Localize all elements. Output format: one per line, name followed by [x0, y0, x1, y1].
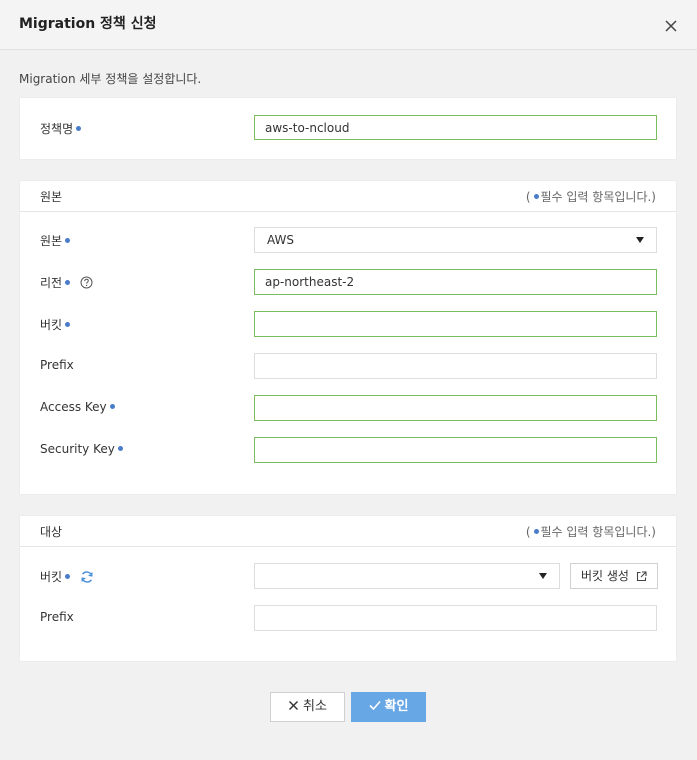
- origin-label: 원본: [40, 232, 72, 249]
- security-key-label: Security Key: [40, 442, 125, 456]
- origin-select-value: AWS: [267, 233, 295, 247]
- required-dot: [65, 279, 71, 285]
- required-dot: [117, 445, 123, 451]
- source-prefix-row: Prefix: [20, 353, 678, 379]
- dialog-header: Migration 정책 신청: [0, 0, 697, 50]
- access-key-input[interactable]: [254, 395, 657, 421]
- dialog-description: Migration 세부 정책을 설정합니다.: [19, 72, 202, 86]
- close-icon[interactable]: [662, 17, 680, 35]
- source-card: 원본 (필수 입력 항목입니다.) 원본 AWS 리전 버킷 Prefix Ac…: [19, 180, 677, 495]
- security-key-row: Security Key: [20, 437, 678, 463]
- security-key-input[interactable]: [254, 437, 657, 463]
- policy-name-row: 정책명: [20, 115, 678, 141]
- required-dot: [65, 573, 71, 579]
- required-dot: [65, 321, 71, 327]
- check-icon: [368, 700, 381, 711]
- target-card-header: 대상 (필수 입력 항목입니다.): [20, 516, 676, 547]
- caret-down-icon: [636, 237, 644, 243]
- refresh-icon[interactable]: [80, 570, 94, 584]
- access-key-row: Access Key: [20, 395, 678, 421]
- source-prefix-input[interactable]: [254, 353, 657, 379]
- required-dot: [65, 237, 71, 243]
- required-dot: [533, 193, 539, 199]
- target-prefix-label: Prefix: [40, 610, 74, 624]
- create-bucket-label: 버킷 생성: [581, 569, 629, 583]
- region-row: 리전: [20, 269, 678, 295]
- required-note: (필수 입력 항목입니다.): [525, 190, 656, 204]
- target-bucket-select[interactable]: [254, 563, 560, 589]
- confirm-button[interactable]: 확인: [351, 692, 426, 722]
- policy-name-input[interactable]: [254, 115, 657, 140]
- required-dot: [76, 125, 82, 131]
- required-dot: [533, 528, 539, 534]
- required-dot: [109, 403, 115, 409]
- source-prefix-label: Prefix: [40, 358, 74, 372]
- region-label: 리전: [40, 274, 93, 291]
- cancel-label: 취소: [303, 699, 327, 714]
- target-prefix-row: Prefix: [20, 605, 678, 631]
- target-card: 대상 (필수 입력 항목입니다.) 버킷 버킷 생성 Prefix: [19, 515, 677, 662]
- source-section-title: 원본: [40, 190, 63, 204]
- dialog-title: Migration 정책 신청: [19, 16, 157, 32]
- x-icon: [289, 701, 299, 710]
- external-link-icon: [636, 571, 647, 582]
- target-bucket-row: 버킷 버킷 생성: [20, 563, 678, 589]
- origin-select[interactable]: AWS: [254, 227, 657, 253]
- policy-card: 정책명: [19, 97, 677, 160]
- required-note: (필수 입력 항목입니다.): [525, 525, 656, 539]
- create-bucket-button[interactable]: 버킷 생성: [570, 563, 658, 589]
- target-bucket-label: 버킷: [40, 568, 94, 586]
- source-bucket-label: 버킷: [40, 316, 72, 333]
- origin-row: 원본 AWS: [20, 227, 678, 253]
- target-prefix-input[interactable]: [254, 605, 657, 631]
- source-bucket-input[interactable]: [254, 311, 657, 337]
- source-card-header: 원본 (필수 입력 항목입니다.): [20, 181, 676, 212]
- region-input[interactable]: [254, 269, 657, 295]
- help-icon[interactable]: [80, 276, 93, 289]
- cancel-button[interactable]: 취소: [270, 692, 345, 722]
- source-bucket-row: 버킷: [20, 311, 678, 337]
- confirm-label: 확인: [384, 699, 409, 714]
- target-section-title: 대상: [40, 525, 63, 539]
- policy-name-label: 정책명: [40, 120, 83, 137]
- access-key-label: Access Key: [40, 400, 117, 414]
- caret-down-icon: [539, 573, 547, 579]
